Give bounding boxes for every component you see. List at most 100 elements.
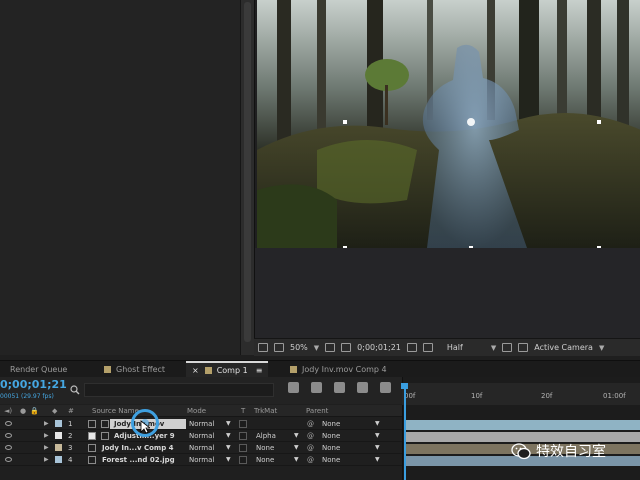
composition-viewer[interactable] — [254, 0, 640, 355]
column-num: # — [68, 407, 74, 415]
av-switches-icon: ◄) — [4, 407, 13, 415]
parent-dropdown[interactable]: None — [322, 420, 340, 428]
chevron-down-icon[interactable]: ▼ — [599, 344, 604, 352]
monitor-icon[interactable] — [274, 343, 284, 352]
layer-row[interactable]: ▶ 2 Adjustm...yer 9 Normal ▼ Alpha ▼ @ N… — [0, 430, 402, 442]
draft-3d-icon[interactable] — [311, 382, 322, 393]
image-footage-icon — [88, 456, 96, 464]
roi-icon[interactable] — [502, 343, 513, 352]
transparency-grid-icon[interactable] — [518, 343, 529, 352]
motion-blur-icon[interactable] — [380, 382, 391, 393]
column-t[interactable]: T — [241, 407, 245, 415]
chevron-down-icon[interactable]: ▼ — [375, 456, 380, 463]
shy-layers-icon[interactable] — [334, 382, 345, 393]
region-icon[interactable] — [341, 343, 352, 352]
tab-comp-1[interactable]: × Comp 1 ≡ — [186, 361, 268, 378]
layer-bar-1[interactable] — [406, 420, 640, 430]
eye-icon[interactable] — [5, 457, 12, 462]
pick-whip-icon[interactable]: @ — [307, 444, 314, 452]
current-time-display[interactable]: 0;00;01;21 — [0, 378, 67, 391]
layer-row[interactable]: ▶ 1 Jody Inv.mov Normal ▼ @ None ▼ — [0, 418, 402, 430]
resolution-dropdown[interactable]: Half — [447, 343, 463, 352]
camera-icon[interactable] — [406, 343, 417, 352]
expand-arrow-icon[interactable]: ▶ — [44, 432, 49, 439]
label-color-swatch[interactable] — [55, 432, 62, 439]
blend-mode-dropdown[interactable]: Normal — [189, 444, 214, 452]
parent-dropdown[interactable]: None — [322, 444, 340, 452]
layer-column-header: ◄) ● 🔒 ◆ # Source Name Mode T TrkMat Par… — [0, 405, 402, 417]
layer-row[interactable]: ▶ 4 Forest ...nd 02.jpg Normal ▼ None ▼ … — [0, 454, 402, 466]
comp-mini-flowchart-icon[interactable] — [288, 382, 299, 393]
layer-search-input[interactable] — [84, 383, 274, 397]
chevron-down-icon[interactable]: ▼ — [226, 456, 231, 463]
tab-render-queue[interactable]: Render Queue — [10, 361, 67, 378]
playhead[interactable] — [404, 385, 406, 480]
layer-name[interactable]: Jody In...v Comp 4 — [102, 444, 174, 452]
column-trkmat[interactable]: TrkMat — [254, 407, 277, 415]
project-panel — [0, 0, 240, 355]
preserve-transparency-checkbox[interactable] — [239, 420, 247, 428]
eye-icon[interactable] — [5, 433, 12, 438]
preserve-transparency-checkbox[interactable] — [239, 444, 247, 452]
column-source-name[interactable]: Source Name — [92, 407, 139, 415]
chevron-down-icon[interactable]: ▼ — [491, 344, 496, 352]
layer-row[interactable]: ▶ 3 Jody In...v Comp 4 Normal ▼ None ▼ @… — [0, 442, 402, 454]
chevron-down-icon[interactable]: ▼ — [375, 432, 380, 439]
viewer-toolbar: 50% ▼ 0;00;01;21 Half ▼ Active Camera ▼ — [254, 338, 640, 356]
forest-scene-image — [257, 0, 640, 248]
parent-dropdown[interactable]: None — [322, 432, 340, 440]
blend-mode-dropdown[interactable]: Normal — [189, 420, 214, 428]
chevron-down-icon[interactable]: ▼ — [294, 456, 299, 463]
chevron-down-icon[interactable]: ▼ — [294, 444, 299, 451]
always-preview-icon[interactable] — [258, 343, 268, 352]
lock-icon: 🔒 — [30, 407, 39, 415]
eye-icon[interactable] — [5, 421, 12, 426]
pick-whip-icon[interactable]: @ — [307, 420, 314, 428]
project-panel-scrollbar[interactable] — [240, 0, 254, 355]
safe-margins-icon[interactable] — [325, 343, 336, 352]
preserve-transparency-checkbox[interactable] — [239, 432, 247, 440]
eye-icon[interactable] — [5, 445, 12, 450]
expand-arrow-icon[interactable]: ▶ — [44, 420, 49, 427]
color-channel-icon[interactable] — [422, 343, 433, 352]
scrollbar-thumb[interactable] — [244, 2, 251, 342]
chevron-down-icon[interactable]: ▼ — [226, 420, 231, 427]
viewer-timecode[interactable]: 0;00;01;21 — [357, 343, 401, 352]
parent-dropdown[interactable]: None — [322, 456, 340, 464]
label-color-swatch[interactable] — [55, 444, 62, 451]
layer-number: 2 — [68, 432, 73, 440]
frame-blending-icon[interactable] — [357, 382, 368, 393]
trkmat-dropdown[interactable]: None — [256, 444, 274, 452]
composition-frame[interactable] — [257, 0, 640, 248]
tab-label: Comp 1 — [216, 366, 248, 375]
chevron-down-icon[interactable]: ▼ — [294, 432, 299, 439]
tab-jody-comp-4[interactable]: Jody Inv.mov Comp 4 — [290, 361, 387, 378]
search-icon[interactable] — [70, 385, 80, 395]
close-icon[interactable]: × — [192, 366, 199, 375]
column-mode[interactable]: Mode — [187, 407, 206, 415]
zoom-dropdown[interactable]: 50% — [290, 343, 308, 352]
chevron-down-icon[interactable]: ▼ — [314, 344, 319, 352]
tab-ghost-effect[interactable]: Ghost Effect — [104, 361, 165, 378]
blend-mode-dropdown[interactable]: Normal — [189, 456, 214, 464]
expand-arrow-icon[interactable]: ▶ — [44, 456, 49, 463]
preserve-transparency-checkbox[interactable] — [239, 456, 247, 464]
layer-name[interactable]: Forest ...nd 02.jpg — [102, 456, 175, 464]
pick-whip-icon[interactable]: @ — [307, 456, 314, 464]
expand-arrow-icon[interactable]: ▶ — [44, 444, 49, 451]
chevron-down-icon[interactable]: ▼ — [226, 432, 231, 439]
tab-menu-icon[interactable]: ≡ — [256, 366, 263, 375]
pick-whip-icon[interactable]: @ — [307, 432, 314, 440]
blend-mode-dropdown[interactable]: Normal — [189, 432, 214, 440]
trkmat-dropdown[interactable]: None — [256, 456, 274, 464]
adjustment-icon — [101, 432, 109, 440]
column-parent[interactable]: Parent — [306, 407, 328, 415]
chevron-down-icon[interactable]: ▼ — [375, 420, 380, 427]
label-color-swatch[interactable] — [55, 420, 62, 427]
watermark: 特效自习室 — [511, 441, 606, 461]
chevron-down-icon[interactable]: ▼ — [226, 444, 231, 451]
trkmat-dropdown[interactable]: Alpha — [256, 432, 276, 440]
camera-dropdown[interactable]: Active Camera — [534, 343, 593, 352]
label-color-swatch[interactable] — [55, 456, 62, 463]
chevron-down-icon[interactable]: ▼ — [375, 444, 380, 451]
